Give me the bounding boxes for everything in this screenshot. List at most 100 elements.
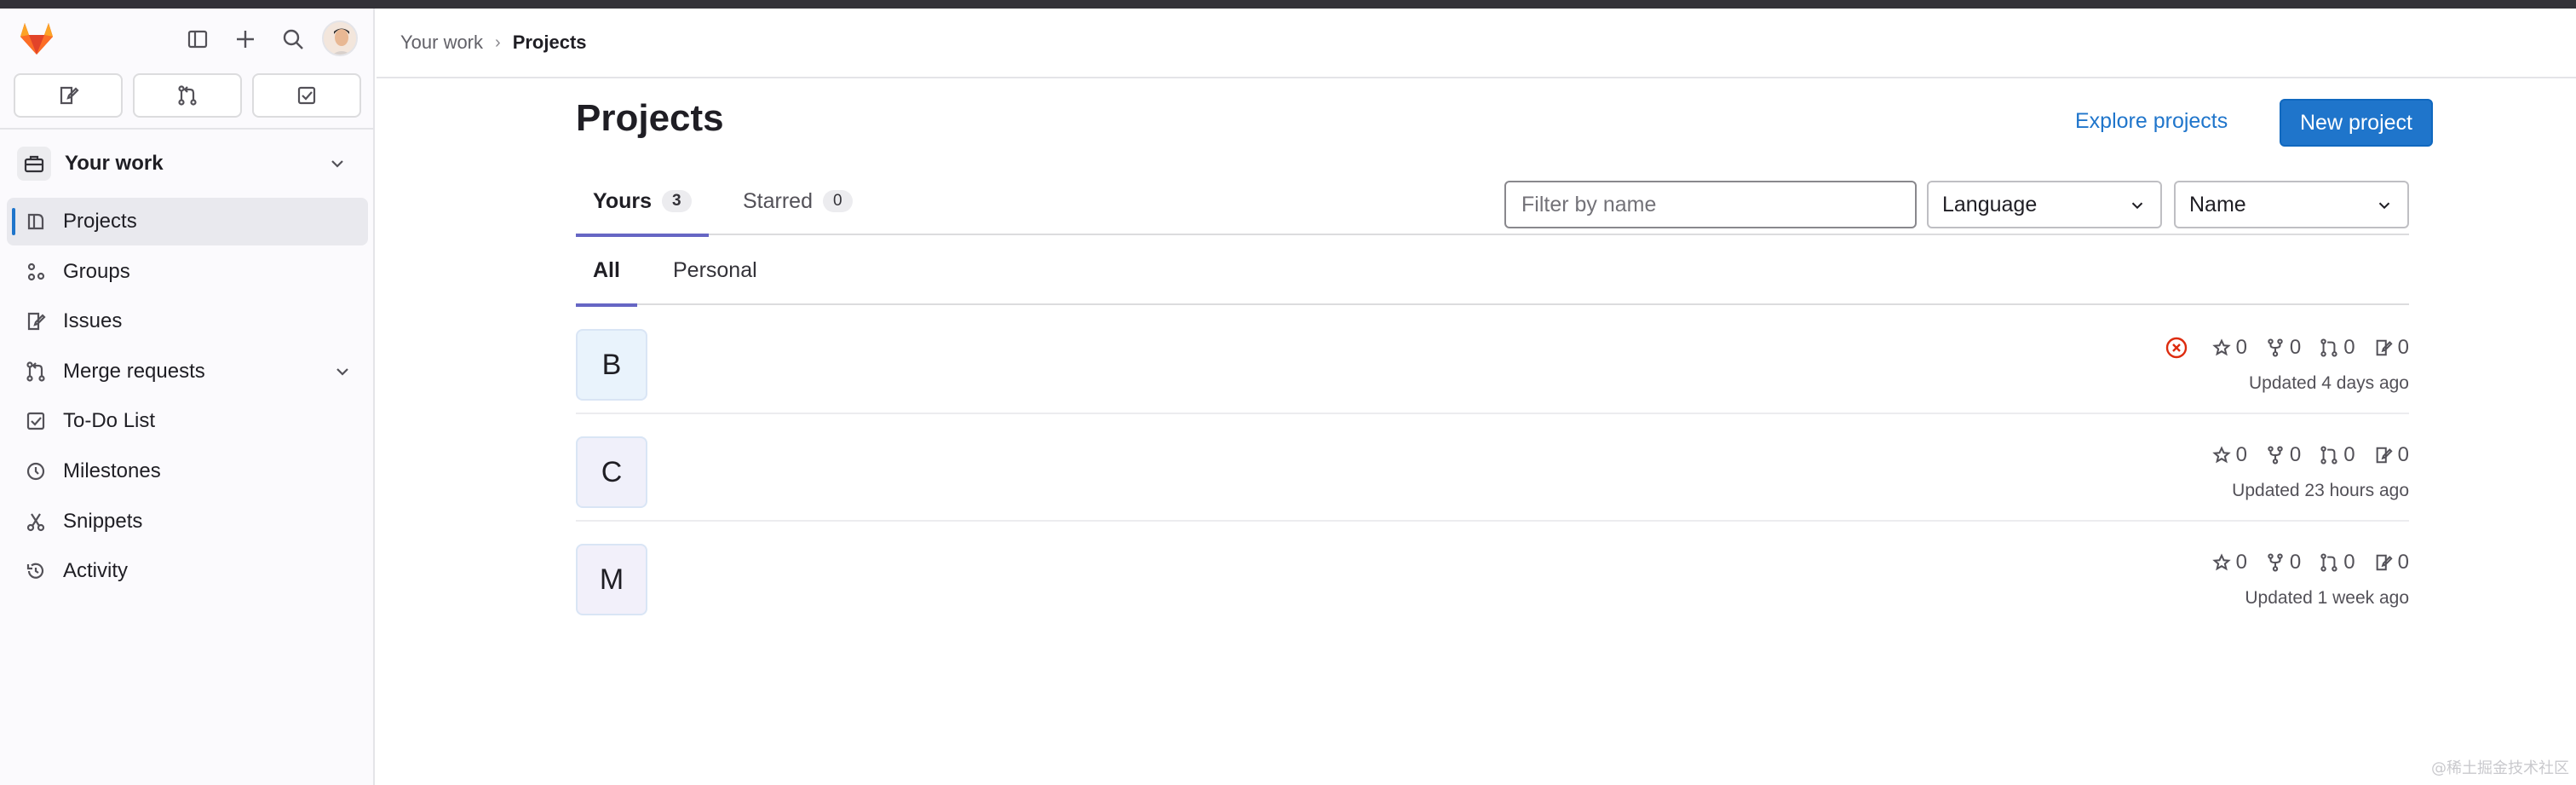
chevron-down-icon: [2131, 202, 2143, 210]
merge-request-icon: [24, 360, 48, 384]
forks-count[interactable]: 0: [2266, 443, 2301, 467]
updated-timestamp: Updated 23 hours ago: [2232, 481, 2409, 500]
stat-value: 0: [2289, 443, 2302, 466]
updated-timestamp: Updated 1 week ago: [2245, 588, 2409, 608]
forks-count[interactable]: 0: [2266, 336, 2301, 360]
sidebar-item-label: Groups: [63, 259, 130, 283]
sidebar-item-label: To-Do List: [63, 409, 156, 433]
stat-value: 0: [2343, 443, 2355, 466]
project-stats: 0 0 0 0: [2165, 336, 2409, 360]
stat-value: 0: [2235, 336, 2247, 359]
sidebar-item-projects[interactable]: Projects: [7, 198, 368, 245]
sort-dropdown[interactable]: Name: [2174, 181, 2409, 228]
issues-icon: [2376, 447, 2393, 464]
sidebar-item-snippets[interactable]: Snippets: [7, 498, 368, 545]
merge-request-icon: [2320, 553, 2337, 572]
sidebar-item-label: Milestones: [63, 459, 161, 482]
filter-by-name-input[interactable]: [1504, 181, 1917, 228]
user-avatar[interactable]: [322, 20, 358, 56]
milestone-icon: [24, 459, 48, 483]
context-label: Your work: [65, 152, 164, 175]
stars-count[interactable]: 0: [2211, 551, 2247, 574]
tab-starred[interactable]: Starred 0: [726, 167, 870, 235]
pipeline-failed-icon[interactable]: [2165, 336, 2188, 360]
merge-request-icon: [178, 85, 197, 106]
tab-label: Starred: [743, 188, 813, 213]
sidebar-item-issues[interactable]: Issues: [7, 297, 368, 345]
forks-count[interactable]: 0: [2266, 551, 2301, 574]
gitlab-logo-icon[interactable]: [17, 19, 56, 58]
issues-icon: [24, 309, 48, 333]
sidebar-item-label: Issues: [63, 309, 123, 333]
sidebar-item-todo-list[interactable]: To-Do List: [7, 397, 368, 445]
project-name-redacted[interactable]: [670, 559, 1130, 585]
chevron-down-icon: [2378, 202, 2390, 210]
window-top-bar: [0, 0, 2576, 9]
assigned-issues-button[interactable]: [14, 73, 123, 118]
issues-count[interactable]: 0: [2374, 443, 2409, 467]
sidebar-item-label: Snippets: [63, 509, 143, 533]
language-dropdown[interactable]: Language: [1927, 181, 2162, 228]
project-list: B 0 0 0 0 Updated 4 days ago C 0 0 0 0 U…: [576, 307, 2409, 629]
breadcrumb-projects[interactable]: Projects: [513, 32, 587, 54]
project-name-redacted[interactable]: [670, 344, 1130, 370]
merge-requests-count[interactable]: 0: [2320, 443, 2355, 467]
context-switcher[interactable]: Your work: [12, 136, 363, 191]
breadcrumb-your-work[interactable]: Your work: [400, 32, 483, 54]
project-avatar[interactable]: B: [576, 329, 647, 401]
star-icon: [2211, 553, 2231, 571]
breadcrumb: Your work › Projects: [377, 9, 2576, 78]
stat-value: 0: [2235, 551, 2247, 574]
tab-yours[interactable]: Yours 3: [576, 167, 709, 237]
todo-button[interactable]: [252, 73, 361, 118]
merge-request-icon: [2320, 446, 2337, 465]
toggle-sidebar-icon[interactable]: [181, 22, 215, 56]
sidebar-item-activity[interactable]: Activity: [7, 547, 368, 595]
merge-requests-button[interactable]: [133, 73, 242, 118]
project-stats: 0 0 0 0: [2211, 443, 2409, 467]
stat-value: 0: [2343, 551, 2355, 574]
breadcrumb-separator: ›: [495, 32, 501, 52]
search-icon[interactable]: [276, 22, 310, 56]
stars-count[interactable]: 0: [2211, 443, 2247, 467]
stars-count[interactable]: 0: [2211, 336, 2247, 360]
sidebar-item-merge-requests[interactable]: Merge requests: [7, 348, 368, 395]
chevron-down-icon: [331, 160, 343, 168]
issues-count[interactable]: 0: [2374, 336, 2409, 360]
project-row: C 0 0 0 0 Updated 23 hours ago: [576, 414, 2409, 522]
merge-requests-count[interactable]: 0: [2320, 336, 2355, 360]
subtab-personal[interactable]: Personal: [656, 235, 774, 305]
sidebar-header: [0, 9, 373, 68]
merge-requests-count[interactable]: 0: [2320, 551, 2355, 574]
project-avatar[interactable]: C: [576, 436, 647, 508]
sidebar-nav: Projects Groups Issues Merge requests To…: [7, 198, 368, 597]
sort-dropdown-label: Name: [2189, 192, 2246, 216]
page-title: Projects: [576, 97, 724, 139]
briefcase-icon: [17, 147, 51, 181]
star-icon: [2211, 338, 2231, 356]
project-name-redacted[interactable]: [670, 452, 1130, 477]
sidebar-item-label: Projects: [63, 210, 137, 233]
todo-icon: [24, 409, 48, 433]
new-project-button[interactable]: New project: [2280, 99, 2433, 147]
stat-value: 0: [2289, 336, 2302, 359]
sidebar: Your work Projects Groups Issues Merge r…: [0, 9, 375, 785]
explore-projects-link[interactable]: Explore projects: [2075, 109, 2228, 134]
stat-value: 0: [2397, 336, 2409, 359]
sidebar-item-label: Activity: [63, 559, 129, 583]
subtab-all[interactable]: All: [576, 235, 637, 307]
project-row: M 0 0 0 0 Updated 1 week ago: [576, 522, 2409, 629]
sidebar-item-groups[interactable]: Groups: [7, 248, 368, 296]
sidebar-item-milestones[interactable]: Milestones: [7, 447, 368, 495]
project-avatar[interactable]: M: [576, 544, 647, 615]
project-icon: [24, 210, 48, 234]
fork-icon: [2268, 446, 2283, 465]
plus-icon[interactable]: [228, 22, 262, 56]
issues-count[interactable]: 0: [2374, 551, 2409, 574]
watermark: @稀土掘金技术社区: [2431, 759, 2569, 777]
chevron-down-icon[interactable]: [332, 361, 353, 382]
issues-icon: [60, 86, 79, 105]
fork-icon: [2268, 338, 2283, 357]
issues-icon: [2376, 554, 2393, 571]
group-icon: [24, 260, 48, 284]
